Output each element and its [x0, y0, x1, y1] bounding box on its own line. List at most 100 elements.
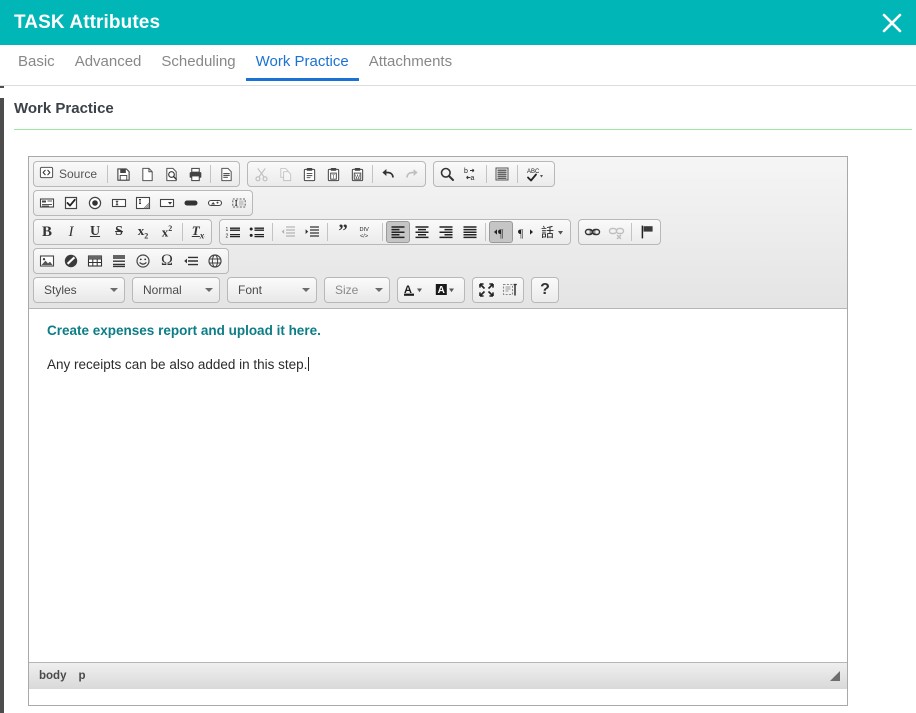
set-language-button[interactable]: 話	[537, 221, 569, 243]
page-break-button[interactable]	[179, 250, 203, 272]
paste-button[interactable]	[297, 163, 321, 185]
font-combo-label: Font	[238, 283, 262, 297]
preview-button[interactable]	[159, 163, 183, 185]
align-center-icon	[414, 224, 430, 240]
bulleted-list-button[interactable]	[245, 221, 269, 243]
flash-button[interactable]	[59, 250, 83, 272]
background-color-icon: A	[435, 282, 459, 298]
numbered-list-button[interactable]: 1 2	[221, 221, 245, 243]
align-left-button[interactable]	[386, 221, 410, 243]
print-button[interactable]	[183, 163, 207, 185]
rtl-button[interactable]: ¶	[513, 221, 537, 243]
paste-from-word-button[interactable]: W	[345, 163, 369, 185]
save-button[interactable]	[111, 163, 135, 185]
text-field-button[interactable]	[107, 192, 131, 214]
page-title: Work Practice	[14, 100, 912, 129]
show-blocks-icon	[502, 282, 519, 298]
find-button[interactable]	[435, 163, 459, 185]
replace-button[interactable]: b a	[459, 163, 483, 185]
subscript-button[interactable]: x2	[131, 221, 155, 243]
bold-button[interactable]: B	[35, 221, 59, 243]
blockquote-button[interactable]: ”	[331, 221, 355, 243]
undo-button[interactable]	[376, 163, 400, 185]
outdent-button[interactable]	[276, 221, 300, 243]
unlink-button[interactable]	[604, 221, 628, 243]
editor-content-area[interactable]: Create expenses report and upload it her…	[29, 309, 847, 663]
smiley-icon	[135, 253, 151, 269]
redo-button[interactable]	[400, 163, 424, 185]
page-break-icon	[183, 253, 199, 269]
align-justify-button[interactable]	[458, 221, 482, 243]
special-character-button[interactable]: Ω	[155, 250, 179, 272]
paste-icon	[302, 167, 317, 182]
maximize-button[interactable]	[474, 279, 498, 301]
superscript-button[interactable]: x2	[155, 221, 179, 243]
tab-work-practice[interactable]: Work Practice	[246, 45, 359, 81]
background-color-button[interactable]: A	[431, 279, 463, 301]
image-button[interactable]	[35, 250, 59, 272]
font-size-combo[interactable]: Size	[324, 277, 390, 303]
new-page-button[interactable]	[135, 163, 159, 185]
selection-field-button[interactable]	[155, 192, 179, 214]
table-button[interactable]	[83, 250, 107, 272]
ltr-button[interactable]: ¶	[489, 221, 513, 243]
anchor-button[interactable]	[635, 221, 659, 243]
div-container-button[interactable]: DIV </>	[355, 221, 379, 243]
close-button[interactable]	[868, 0, 916, 45]
select-all-icon	[494, 166, 510, 182]
toolbar-group-basic-styles: B I U S x2 x2 Tx	[33, 219, 212, 245]
copy-icon	[278, 167, 293, 182]
form-button[interactable]	[35, 192, 59, 214]
hidden-field-icon	[231, 195, 247, 211]
align-right-button[interactable]	[434, 221, 458, 243]
templates-button[interactable]	[214, 163, 238, 185]
button-button[interactable]	[179, 192, 203, 214]
show-blocks-button[interactable]	[498, 279, 522, 301]
table-icon	[87, 253, 103, 269]
italic-button[interactable]: I	[59, 221, 83, 243]
tab-scheduling[interactable]: Scheduling	[151, 45, 245, 81]
toolbar-row-3: B I U S x2 x2 Tx	[33, 219, 843, 245]
styles-combo[interactable]: Styles	[33, 277, 125, 303]
section-divider	[14, 129, 912, 130]
radio-button-button[interactable]	[83, 192, 107, 214]
outdent-icon	[280, 224, 296, 240]
indent-button[interactable]	[300, 221, 324, 243]
textarea-button[interactable]	[131, 192, 155, 214]
special-char-icon: Ω	[161, 253, 173, 269]
about-button[interactable]: ?	[533, 279, 557, 301]
strikethrough-button[interactable]: S	[107, 221, 131, 243]
tab-advanced[interactable]: Advanced	[65, 45, 152, 81]
select-all-button[interactable]	[490, 163, 514, 185]
spellcheck-button[interactable]: ABC	[521, 163, 553, 185]
toolbar-group-document: Source	[33, 161, 240, 187]
smiley-button[interactable]	[131, 250, 155, 272]
elements-path-p[interactable]: p	[78, 670, 85, 682]
checkbox-button[interactable]	[59, 192, 83, 214]
cut-button[interactable]	[249, 163, 273, 185]
align-justify-icon	[462, 224, 478, 240]
copy-button[interactable]	[273, 163, 297, 185]
hidden-field-button[interactable]	[227, 192, 251, 214]
align-center-button[interactable]	[410, 221, 434, 243]
source-button[interactable]: Source	[35, 163, 104, 185]
link-button[interactable]	[580, 221, 604, 243]
blockquote-icon: ”	[338, 226, 348, 237]
tab-basic[interactable]: Basic	[8, 45, 65, 81]
flash-icon	[63, 253, 79, 269]
image-button-button[interactable]	[203, 192, 227, 214]
remove-format-button[interactable]: Tx	[186, 221, 210, 243]
tab-attachments[interactable]: Attachments	[359, 45, 462, 81]
underline-button[interactable]: U	[83, 221, 107, 243]
toolbar-row-4: Ω	[33, 248, 843, 274]
toolbar-separator	[372, 165, 373, 183]
paste-as-text-button[interactable]: T	[321, 163, 345, 185]
iframe-button[interactable]	[203, 250, 227, 272]
font-combo[interactable]: Font	[227, 277, 317, 303]
paragraph-format-combo[interactable]: Normal	[132, 277, 220, 303]
elements-path-body[interactable]: body	[39, 670, 66, 682]
text-color-button[interactable]: A	[399, 279, 431, 301]
horizontal-rule-button[interactable]	[107, 250, 131, 272]
toolbar-separator	[210, 165, 211, 183]
resize-handle[interactable]	[826, 667, 844, 685]
